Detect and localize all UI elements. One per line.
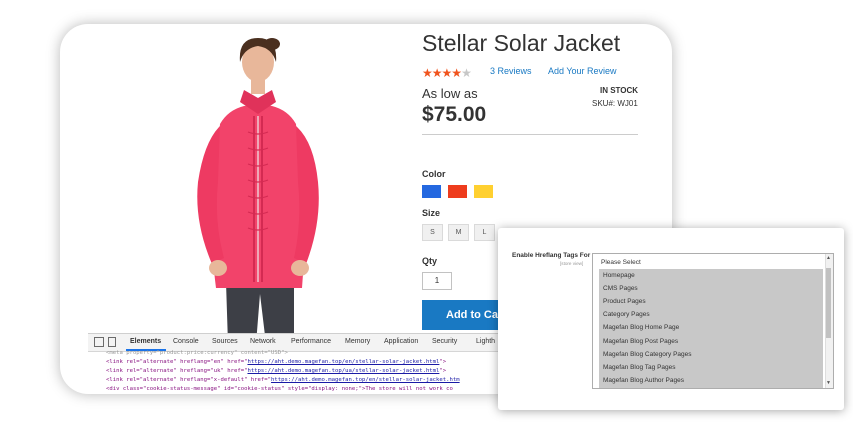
scroll-down-icon[interactable]: ▼ xyxy=(826,380,831,386)
tab-application[interactable]: Application xyxy=(384,338,418,345)
qty-input[interactable]: 1 xyxy=(422,272,452,290)
star-icon: ★ xyxy=(441,66,453,80)
color-swatch-red[interactable] xyxy=(448,185,467,198)
qty-label: Qty xyxy=(422,256,438,266)
scrollbar-thumb[interactable] xyxy=(826,268,831,338)
option-blog-tag-pages[interactable]: Magefan Blog Tag Pages xyxy=(603,364,676,371)
code-line[interactable]: <link rel="alternate" hreflang="x-defaul… xyxy=(106,377,460,383)
device-toolbar-icon[interactable] xyxy=(108,337,116,347)
product-price: $75.00 xyxy=(422,103,487,126)
stock-status: IN STOCK xyxy=(600,86,639,95)
option-homepage[interactable]: Homepage xyxy=(603,272,635,279)
scroll-up-icon[interactable]: ▲ xyxy=(826,255,831,261)
star-empty-icon: ★ xyxy=(461,66,472,80)
scope-label: [store view] xyxy=(560,261,584,266)
hreflang-settings-panel: Enable Hreflang Tags For [store view] Pl… xyxy=(498,228,844,410)
product-title: Stellar Solar Jacket xyxy=(422,30,621,56)
tab-network[interactable]: Network xyxy=(250,338,276,345)
product-sku: SKU#: WJ01 xyxy=(592,99,638,108)
star-icon: ★ xyxy=(431,66,443,80)
tab-memory[interactable]: Memory xyxy=(345,338,370,345)
tab-console[interactable]: Console xyxy=(173,338,199,345)
hreflang-field-label: Enable Hreflang Tags For xyxy=(512,252,591,259)
inspect-element-icon[interactable] xyxy=(94,337,104,347)
code-line[interactable]: <link rel="alternate" hreflang="uk" href… xyxy=(106,368,446,374)
hreflang-multiselect[interactable]: Please Select Homepage CMS Pages Product… xyxy=(592,253,834,389)
code-line[interactable]: <meta property="product:price:currency" … xyxy=(106,350,288,356)
tab-performance[interactable]: Performance xyxy=(291,338,331,345)
option-blog-category-pages[interactable]: Magefan Blog Category Pages xyxy=(603,351,692,358)
option-blog-home-page[interactable]: Magefan Blog Home Page xyxy=(603,324,679,331)
color-label: Color xyxy=(422,169,446,179)
color-swatch-blue[interactable] xyxy=(422,185,441,198)
option-blog-post-pages[interactable]: Magefan Blog Post Pages xyxy=(603,338,678,345)
size-label: Size xyxy=(422,208,441,218)
star-half-icon: ★ xyxy=(451,66,462,80)
code-line[interactable]: <div class="cookie-status-message" id="c… xyxy=(106,386,453,392)
tab-security[interactable]: Security xyxy=(432,338,457,345)
option-product-pages[interactable]: Product Pages xyxy=(603,298,646,305)
size-option-s[interactable]: S xyxy=(422,224,443,241)
size-option-m[interactable]: M xyxy=(448,224,469,241)
tab-lighthouse[interactable]: Lighth xyxy=(476,338,495,345)
product-image xyxy=(197,38,319,344)
as-low-as-label: As low as xyxy=(422,86,478,101)
option-category-pages[interactable]: Category Pages xyxy=(603,311,650,318)
option-cms-pages[interactable]: CMS Pages xyxy=(603,285,638,292)
rating-stars: ★★★★★ xyxy=(422,66,472,80)
tab-elements[interactable]: Elements xyxy=(130,338,161,345)
reviews-link[interactable]: 3 Reviews xyxy=(490,66,532,76)
option-please-select[interactable]: Please Select xyxy=(601,259,641,266)
add-review-link[interactable]: Add Your Review xyxy=(548,66,617,76)
star-icon: ★ xyxy=(422,66,433,80)
tab-sources[interactable]: Sources xyxy=(212,338,238,345)
size-option-l[interactable]: L xyxy=(474,224,495,241)
color-swatch-yellow[interactable] xyxy=(474,185,493,198)
option-blog-author-pages[interactable]: Magefan Blog Author Pages xyxy=(603,377,684,384)
divider xyxy=(422,134,638,135)
code-line[interactable]: <link rel="alternate" hreflang="en" href… xyxy=(106,359,446,365)
